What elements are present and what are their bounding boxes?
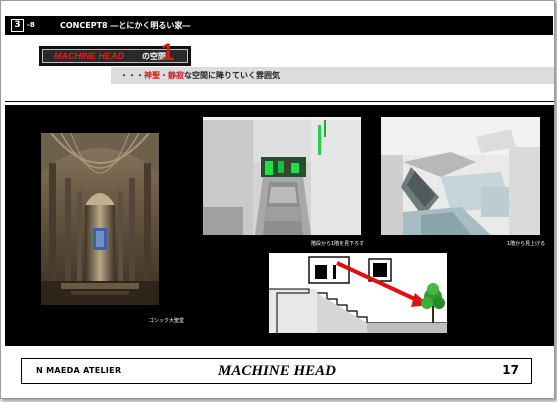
- view-down-caption: 階段から1階を見下ろす: [311, 241, 365, 247]
- subtitle-text: ・・・神聖・静寂な空間に降りていく雰囲気: [120, 70, 280, 81]
- cathedral-caption: ゴシック大聖堂: [149, 318, 185, 324]
- space-title-name: MACHINE HEAD: [54, 51, 125, 61]
- image-panel: ゴシック大聖堂 階段から1階を見下ろす 1階から見上げる: [5, 105, 554, 346]
- view-up-caption: 1階から見上げる: [507, 241, 546, 247]
- subtitle-prefix: ・・・: [120, 71, 144, 80]
- project-title: MACHINE HEAD: [218, 363, 336, 379]
- slide-page: 3 -8 CONCEPT8 ―とにかく明るい家― MACHINE HEAD の空…: [0, 0, 555, 399]
- divider-line: [5, 101, 554, 102]
- space-number: 1: [161, 39, 175, 66]
- section-drawing: [269, 253, 447, 333]
- footer-bar: N MAEDA ATELIER MACHINE HEAD 17: [21, 358, 532, 384]
- atelier-name: N MAEDA ATELIER: [36, 366, 122, 375]
- section-number: 3: [11, 19, 24, 32]
- section-sub-number: -8: [27, 21, 35, 29]
- cathedral-photo: [41, 133, 159, 305]
- concept-title: CONCEPT8 ―とにかく明るい家―: [60, 21, 191, 30]
- view-down-image: [203, 117, 361, 235]
- subtitle-rest: な空間に降りていく雰囲気: [184, 71, 280, 80]
- header-bar: 3 -8 CONCEPT8 ―とにかく明るい家―: [5, 16, 553, 35]
- view-up-image: [381, 117, 540, 235]
- subtitle-bar: ・・・神聖・静寂な空間に降りていく雰囲気: [111, 67, 554, 84]
- subtitle-highlight: 神聖・静寂: [144, 71, 184, 80]
- page-number: 17: [502, 363, 519, 377]
